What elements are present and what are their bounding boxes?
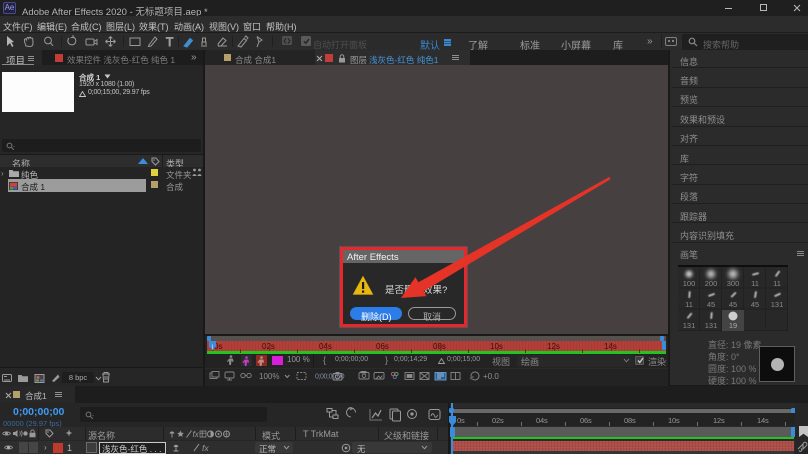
svg-text:+0.0: +0.0 bbox=[483, 372, 499, 381]
svg-text:T: T bbox=[166, 35, 174, 49]
svg-text:fx: fx bbox=[193, 430, 200, 439]
svg-text:100%: 100% bbox=[259, 372, 279, 381]
